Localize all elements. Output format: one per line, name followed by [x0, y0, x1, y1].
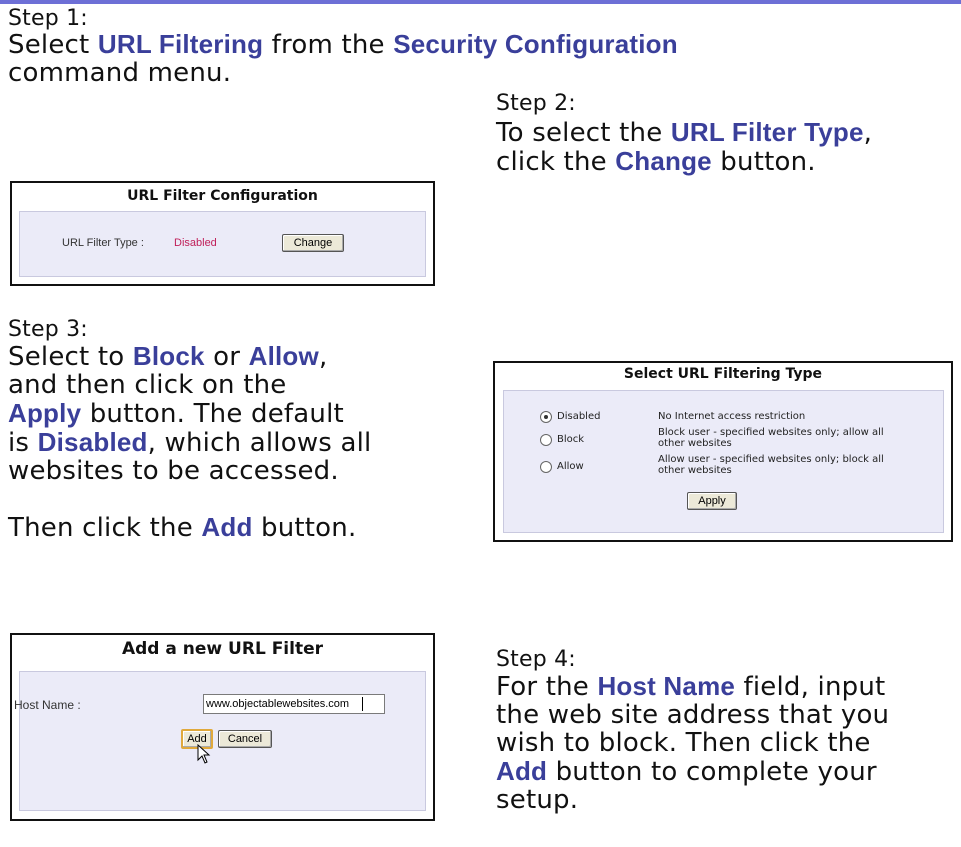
step3-line1-mid: or [204, 342, 249, 372]
kw-security-configuration: Security Configuration [393, 29, 678, 59]
kw-block: Block [132, 341, 205, 371]
cancel-button[interactable]: Cancel [218, 730, 272, 748]
step2-line2-pre: click the [496, 147, 616, 177]
step2-label: Step 2: [496, 91, 576, 116]
radio-block[interactable] [540, 434, 552, 446]
kw-add-step4: Add [496, 756, 548, 786]
option-block-label: Block [557, 434, 585, 445]
step3-line4-post: , which allows all [147, 428, 372, 458]
kw-apply: Apply [8, 398, 82, 428]
step3-label: Step 3: [8, 317, 88, 342]
step4-line4-post: button to complete your [547, 757, 877, 787]
step1-line2: command menu. [8, 58, 232, 88]
step4-label: Step 4: [496, 647, 576, 672]
url-filter-config-title: URL Filter Configuration [127, 188, 318, 204]
step4-line1-post: field, input [735, 672, 886, 702]
mouse-pointer-icon [197, 744, 211, 764]
step4-line3: wish to block. Then click the [496, 728, 871, 758]
kw-allow: Allow [248, 341, 319, 371]
step3-line4-pre: is [8, 428, 38, 458]
apply-button[interactable]: Apply [687, 492, 737, 510]
step3-line6-pre: Then click the [8, 513, 202, 543]
radio-disabled[interactable] [540, 411, 552, 423]
step4-line1: For the Host Name field, input [496, 672, 889, 701]
url-filter-config-panel: URL Filter Configuration URL Filter Type… [10, 181, 435, 286]
step1-line1: Select URL Filtering from the Security C… [8, 30, 678, 59]
url-filter-type-value: Disabled [174, 237, 217, 249]
text-cursor [362, 697, 363, 711]
step4-line1-pre: For the [496, 672, 598, 702]
option-block-description-1: Block user - specified websites only; al… [658, 427, 884, 438]
step1-text: Step 1: Select URL Filtering from the Se… [8, 6, 678, 88]
url-filter-type-label: URL Filter Type : [62, 237, 144, 249]
kw-url-filtering: URL Filtering [97, 29, 264, 59]
radio-allow[interactable] [540, 461, 552, 473]
step3-line1: Select to Block or Allow, [8, 342, 372, 371]
step2-line1-pre: To select the [496, 118, 671, 148]
kw-host-name: Host Name [597, 671, 736, 701]
step2-line2: click the Change button. [496, 147, 872, 176]
option-allow-description-1: Allow user - specified websites only; bl… [658, 454, 884, 465]
step3-line1-post: , [318, 342, 328, 372]
option-disabled-label: Disabled [557, 411, 601, 422]
kw-change: Change [615, 146, 712, 176]
step4-line5: setup. [496, 785, 579, 815]
step4-line2: the web site address that you [496, 700, 890, 730]
option-allow-description-2: other websites [658, 465, 732, 476]
step3-line1-pre: Select to [8, 342, 133, 372]
select-type-title: Select URL Filtering Type [623, 366, 823, 382]
kw-url-filter-type: URL Filter Type [670, 117, 864, 147]
step2-line1: To select the URL Filter Type, [496, 118, 872, 147]
step3-text: Step 3: Select to Block or Allow, and th… [8, 317, 372, 543]
step1-label: Step 1: [8, 6, 88, 31]
step3-line4: is Disabled, which allows all [8, 428, 372, 457]
step3-line3-post: button. The default [81, 399, 344, 429]
kw-add-step3: Add [201, 512, 253, 542]
add-url-filter-panel: Add a new URL Filter Host Name : www.obj… [10, 633, 435, 821]
host-name-label: Host Name : [14, 698, 81, 712]
step2-line1-post: , [863, 118, 873, 148]
host-name-input[interactable]: www.objectablewebsites.com [203, 694, 385, 714]
option-disabled-description: No Internet access restriction [658, 411, 806, 422]
select-type-body: Disabled No Internet access restriction … [503, 390, 944, 533]
option-block-description-2: other websites [658, 438, 732, 449]
step2-line2-post: button. [711, 147, 816, 177]
change-button[interactable]: Change [282, 234, 344, 252]
option-allow-label: Allow [557, 461, 584, 472]
step1-line1-pre: Select [8, 30, 98, 60]
step3-line2: and then click on the [8, 370, 287, 400]
add-url-filter-body: Host Name : www.objectablewebsites.com A… [14, 671, 426, 811]
step3-line5: websites to be accessed. [8, 456, 339, 486]
step4-text: Step 4: For the Host Name field, input t… [496, 647, 890, 815]
kw-disabled: Disabled [37, 427, 148, 457]
step3-line6-post: button. [252, 513, 357, 543]
step2-text: Step 2: To select the URL Filter Type, c… [496, 88, 872, 176]
url-filter-config-body: URL Filter Type : Disabled Change [19, 211, 426, 277]
select-url-filtering-type-panel: Select URL Filtering Type Disabled No In… [493, 361, 953, 542]
step1-line1-mid: from the [263, 30, 394, 60]
step3-line3: Apply button. The default [8, 399, 372, 428]
top-accent-bar [0, 0, 961, 4]
step4-line4: Add button to complete your [496, 757, 889, 786]
host-name-input-value: www.objectablewebsites.com [206, 698, 350, 710]
add-url-filter-title: Add a new URL Filter [121, 639, 323, 659]
step3-line6: Then click the Add button. [8, 513, 372, 542]
